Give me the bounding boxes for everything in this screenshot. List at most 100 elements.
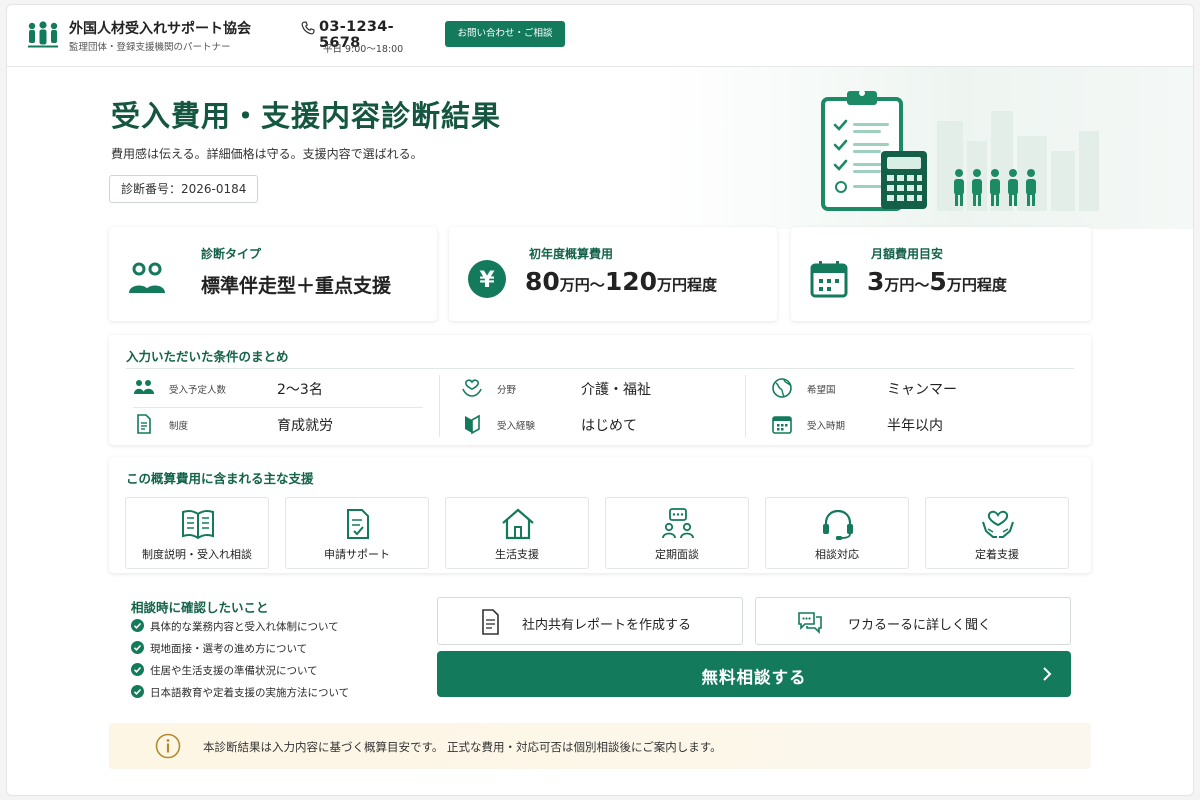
org-name: 外国人材受入れサポート協会 (69, 21, 251, 37)
org-subtitle: 監理団体・登録支援機関のパートナー (69, 42, 231, 53)
support-tile-regular-interview: 定期面談 (605, 497, 749, 569)
first-year-unit-about: 万円程度 (657, 276, 718, 294)
checklist-item-text: 現地面接・選考の進め方について (150, 643, 308, 655)
divider (745, 375, 746, 437)
svg-text:¥: ¥ (479, 268, 495, 293)
logo-people-icon (28, 21, 58, 48)
calendar-icon (772, 416, 792, 434)
monthly-min: 3 (867, 267, 885, 296)
condition-headcount: 受入予定人数 2〜3名 (133, 373, 423, 403)
divider (439, 375, 440, 437)
people-icon (134, 380, 154, 394)
yen-coin-icon: ¥ (468, 260, 506, 298)
support-tile-life-support: 生活支援 (445, 497, 589, 569)
free-consultation-label: 無料相談する (701, 668, 807, 687)
check-circle-icon (131, 641, 144, 654)
condition-value: はじめて (581, 418, 637, 434)
house-icon (502, 508, 534, 540)
condition-value: ミャンマー (887, 382, 957, 398)
divider (133, 407, 423, 408)
checklist-item-text: 住居や生活支援の準備状況について (150, 665, 318, 677)
card-value-type: 標準伴走型＋重点支援 (201, 275, 392, 297)
support-tile-label: 定着支援 (975, 548, 1019, 561)
condition-timing: 受入時期 半年以内 (771, 409, 1071, 439)
clipboard-calculator-illustration (821, 90, 1099, 211)
ask-wakaruru-label: ワカるーるに詳しく聞く (848, 618, 992, 633)
card-first-year-cost: ¥ 初年度概算費用 80万円〜120万円程度 (449, 227, 777, 321)
create-report-label: 社内共有レポートを作成する (522, 618, 692, 633)
hero-section: 受入費用・支援内容診断結果 費用感は伝える。詳細価格は守る。支援内容で選ばれる。… (7, 67, 1193, 229)
page-frame: 外国人材受入れサポート協会 監理団体・登録支援機関のパートナー 03-1234-… (6, 4, 1194, 796)
monthly-unit-about: 万円程度 (946, 276, 1007, 294)
ask-wakaruru-button[interactable]: ワカるーるに詳しく聞く (755, 597, 1071, 645)
check-circle-icon (131, 619, 144, 632)
card-value-monthly: 3万円〜5万円程度 (867, 267, 1007, 296)
business-hours: 平日 9:00〜18:00 (323, 44, 404, 55)
checklist-item-text: 具体的な業務内容と受入れ体制について (150, 621, 339, 633)
headset-icon (823, 509, 853, 540)
disclaimer-text: 本診断結果は入力内容に基づく概算目安です。 正式な費用・対応可否は個別相談後にご… (203, 740, 722, 754)
people-icon (129, 262, 165, 293)
condition-experience: 受入経験 はじめて (461, 409, 731, 439)
info-icon (155, 733, 181, 759)
card-monthly-cost: 月額費用目安 3万円〜5万円程度 (791, 227, 1091, 321)
diagnosis-number-badge: 診断番号：2026-0184 (109, 175, 259, 203)
divider (126, 368, 1074, 369)
condition-label: 受入経験 (497, 421, 536, 432)
support-tile-retention: 定着支援 (925, 497, 1069, 569)
checklist-item: 日本語教育や定着支援の実施方法について (131, 685, 349, 700)
support-tile-label: 申請サポート (324, 548, 390, 561)
condition-value: 2〜3名 (277, 382, 323, 398)
support-panel: この概算費用に含まれる主な支援 制度説明・受入れ相談 申請サポート 生活支援 定… (109, 457, 1091, 573)
site-header: 外国人材受入れサポート協会 監理団体・登録支援機関のパートナー 03-1234-… (7, 5, 1193, 67)
card-diagnosis-type: 診断タイプ 標準伴走型＋重点支援 (109, 227, 437, 321)
condition-label: 制度 (169, 421, 189, 432)
create-report-button[interactable]: 社内共有レポートを作成する (437, 597, 743, 645)
globe-icon (772, 378, 792, 398)
support-tile-label: 生活支援 (495, 548, 539, 561)
contact-button[interactable]: お問い合わせ・ご相談 (445, 21, 565, 47)
care-hands-icon (462, 379, 482, 397)
calendar-icon (810, 261, 848, 298)
beginner-mark-icon (465, 414, 480, 435)
disclaimer-notice: 本診断結果は入力内容に基づく概算目安です。 正式な費用・対応可否は個別相談後にご… (109, 723, 1091, 769)
condition-label: 分野 (497, 385, 517, 396)
support-tile-label: 制度説明・受入れ相談 (142, 548, 252, 561)
checklist-item: 具体的な業務内容と受入れ体制について (131, 619, 339, 634)
heart-hands-icon (982, 510, 1014, 538)
conditions-panel: 入力いただいた条件のまとめ 受入予定人数 2〜3名 分野 介護・福祉 希望国 ミ… (109, 335, 1091, 445)
condition-field: 分野 介護・福祉 (461, 373, 731, 403)
support-tile-consultation: 相談対応 (765, 497, 909, 569)
support-tile-label: 定期面談 (655, 548, 699, 561)
document-icon (482, 609, 499, 635)
condition-system: 制度 育成就労 (133, 409, 423, 439)
condition-value: 介護・福祉 (581, 382, 651, 398)
checklist-item: 住居や生活支援の準備状況について (131, 663, 318, 678)
monthly-max: 5 (929, 267, 947, 296)
check-circle-icon (131, 685, 144, 698)
chevron-right-icon (1043, 667, 1052, 681)
page-subtitle: 費用感は伝える。詳細価格は守る。支援内容で選ばれる。 (111, 147, 423, 161)
support-title: この概算費用に含まれる主な支援 (126, 471, 314, 486)
application-form-icon (347, 509, 369, 539)
free-consultation-button[interactable]: 無料相談する (437, 651, 1071, 697)
phone-icon (301, 21, 315, 35)
first-year-max: 120 (604, 267, 657, 296)
monthly-unit-from: 万円〜 (884, 276, 930, 294)
card-value-first-year: 80万円〜120万円程度 (525, 267, 717, 296)
condition-label: 受入予定人数 (169, 385, 227, 396)
checklist-item-text: 日本語教育や定着支援の実施方法について (150, 687, 350, 699)
chat-bubbles-icon (798, 612, 822, 634)
condition-value: 育成就労 (277, 418, 333, 434)
condition-label: 希望国 (807, 385, 836, 396)
meeting-icon (662, 508, 694, 539)
condition-label: 受入時期 (807, 421, 846, 432)
conditions-title: 入力いただいた条件のまとめ (126, 349, 289, 364)
page-title: 受入費用・支援内容診断結果 (111, 99, 502, 133)
card-label-type: 診断タイプ (201, 247, 262, 261)
check-circle-icon (131, 663, 144, 676)
first-year-min: 80 (525, 267, 560, 296)
card-label-first-year: 初年度概算費用 (529, 247, 614, 261)
checklist-title: 相談時に確認したいこと (131, 600, 269, 615)
condition-country: 希望国 ミャンマー (771, 373, 1071, 403)
